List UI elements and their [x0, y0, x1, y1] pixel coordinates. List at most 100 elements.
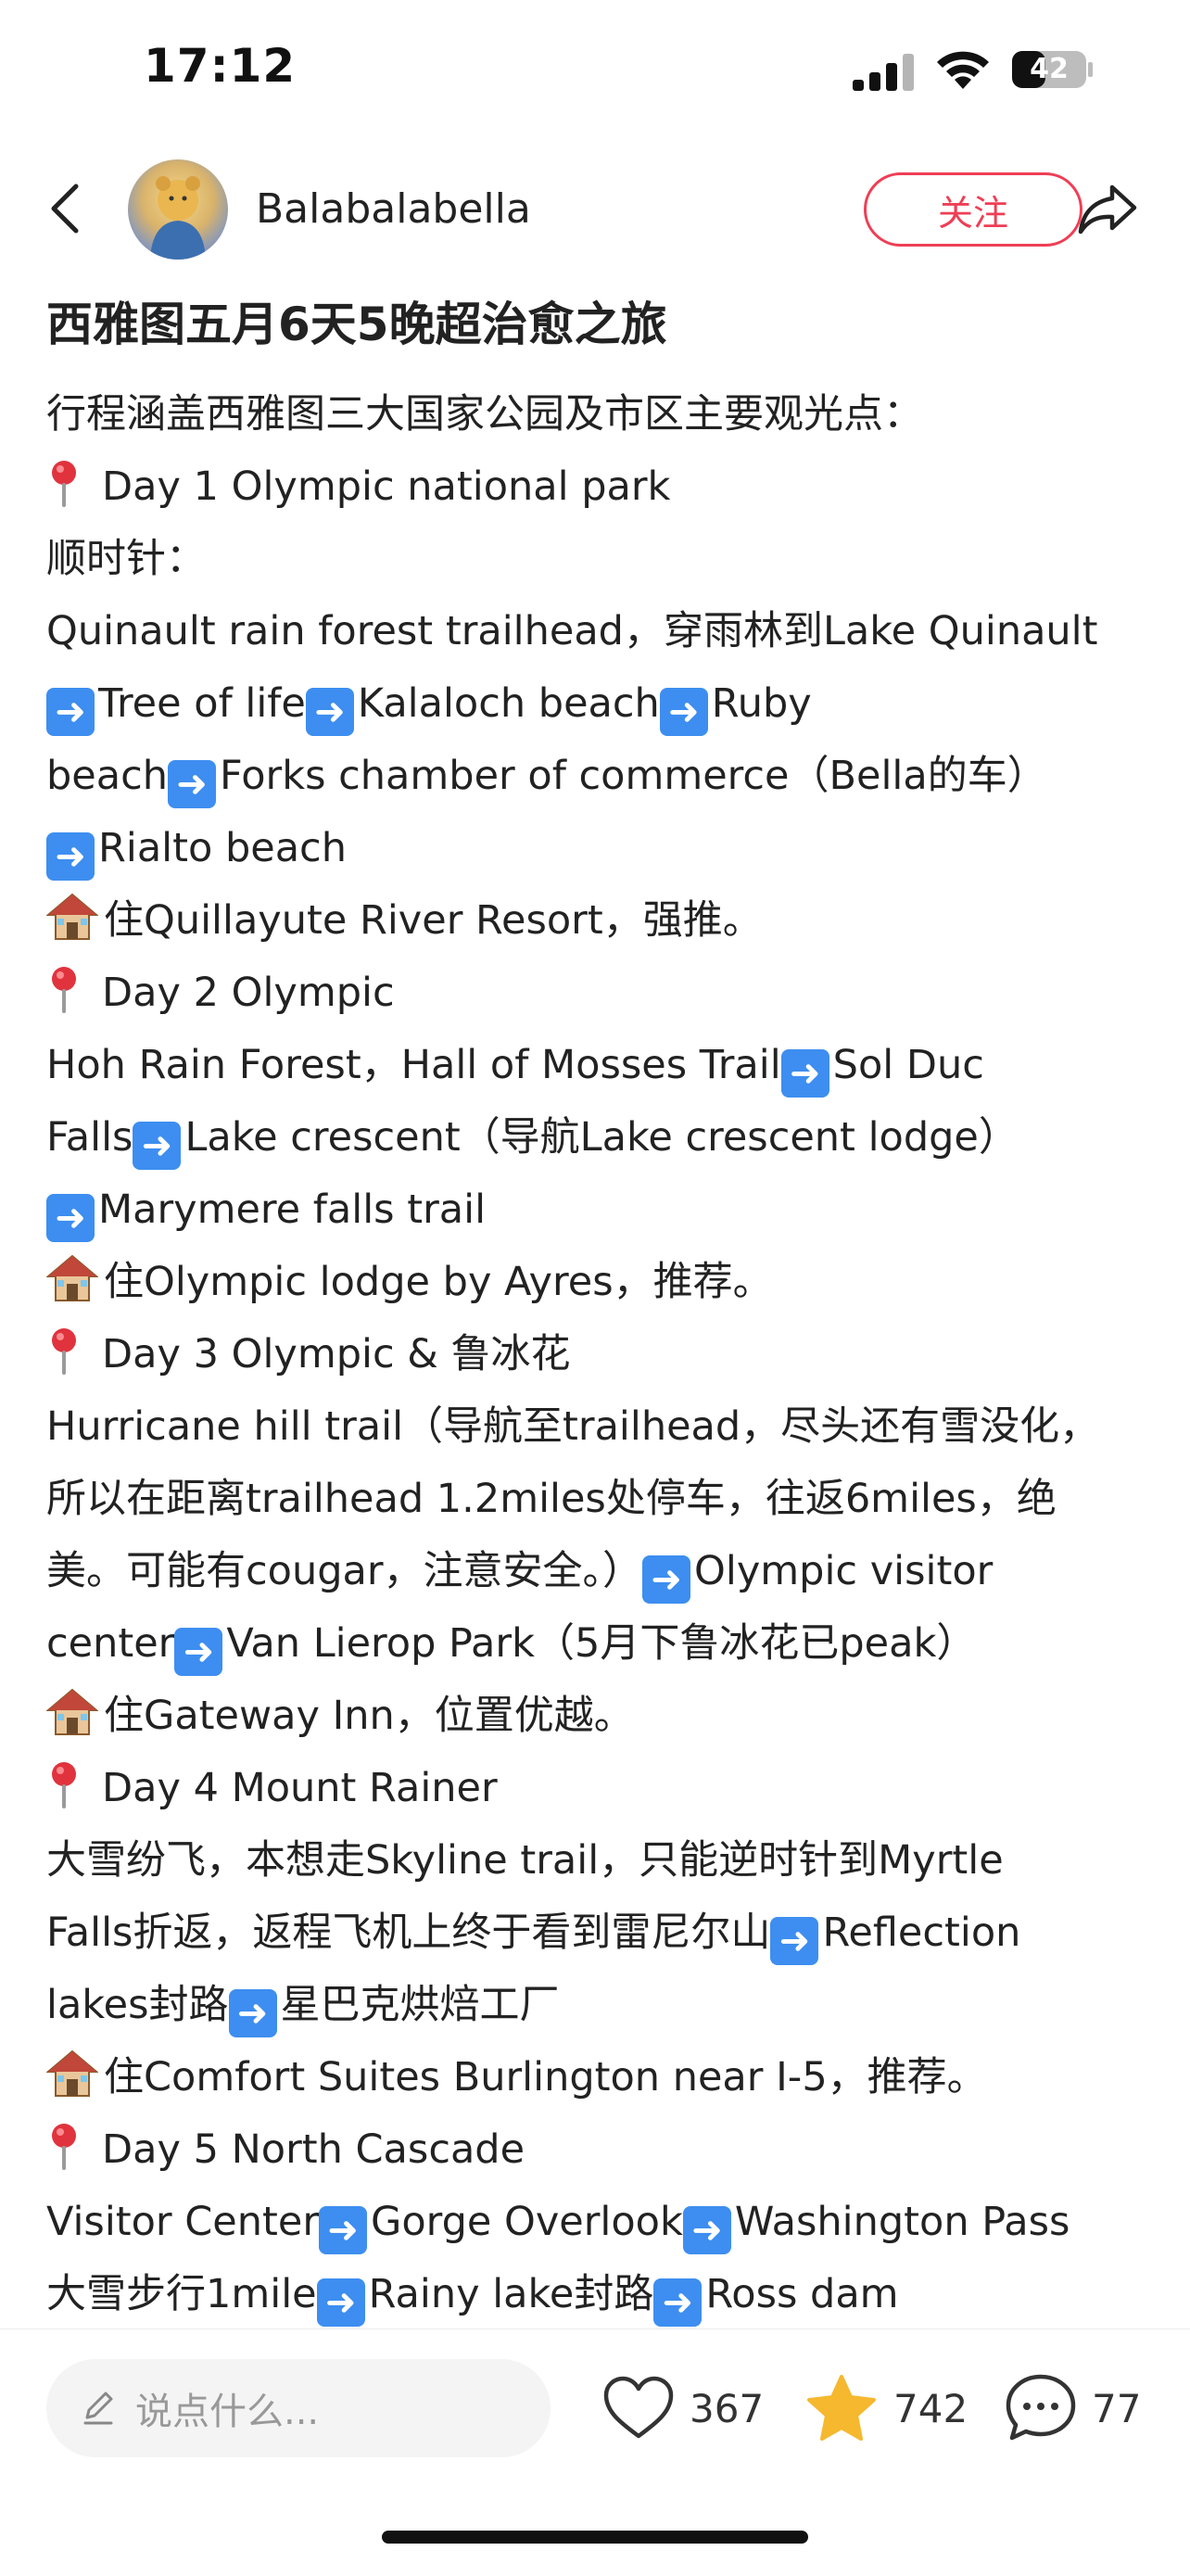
right-arrow-icon: ➜	[228, 1989, 277, 2037]
pencil-icon	[83, 2392, 113, 2425]
like-count: 367	[690, 2385, 765, 2431]
comments-button[interactable]: 77	[1005, 2367, 1141, 2450]
collect-count: 742	[893, 2385, 968, 2431]
post-line: Quinault rain forest trailhead，穿雨林到Lake …	[46, 595, 1158, 667]
post-text: Day 3 Olympic & 鲁冰花	[102, 1331, 571, 1377]
post-line: lakes封路 ➜ 星巴克烘焙工厂	[46, 1969, 1158, 2041]
post-text: center	[46, 1620, 175, 1667]
post-text: Day 5 North Cascade	[102, 2126, 525, 2173]
post-text: 大雪步行1mile	[46, 2271, 317, 2317]
post-text: 星巴克烘焙工厂	[280, 1982, 560, 2028]
post-line: 住Gateway Inn，位置优越。	[45, 1680, 1158, 1752]
post-text: 所以在距离trailhead 1.2miles处停车，往返6miles，绝	[46, 1476, 1057, 1522]
right-arrow-icon: ➜	[653, 2278, 703, 2327]
post-text: 住Comfort Suites Burlington near I-5，推荐。	[104, 2054, 987, 2100]
post-line: beach ➜ Forks chamber of commerce（Bella的车）	[46, 740, 1158, 812]
post-text: Tree of life	[98, 680, 306, 727]
right-arrow-icon: ➜	[682, 2206, 731, 2254]
right-arrow-icon: ➜	[133, 1122, 182, 1170]
post-line: Hurricane hill trail（导航至trailhead，尽头还有雪没…	[46, 1390, 1158, 1463]
house-icon	[45, 2049, 99, 2097]
post-text: Hoh Rain Forest，Hall of Mosses Trail	[46, 1042, 781, 1088]
right-arrow-icon: ➜	[168, 760, 216, 808]
post-text: lakes封路	[46, 1982, 229, 2028]
post-line: ➜ Tree of life ➜ Kalaloch beach ➜ Ruby	[46, 667, 1158, 740]
post-line: 大雪步行1mile ➜ Rainy lake封路 ➜ Ross dam	[46, 2258, 1158, 2330]
post-line: 顺时针：	[46, 523, 1158, 595]
post-header: Balabalabella 关注	[0, 148, 1190, 269]
post-text: 顺时针：	[46, 536, 206, 582]
right-arrow-icon: ➜	[174, 1628, 223, 1676]
post-text: Van Lierop Park（5月下鲁冰花已peak）	[226, 1620, 977, 1667]
wifi-icon	[937, 51, 989, 89]
post-text: Marymere falls trail	[98, 1186, 487, 1233]
author-username[interactable]: Balabalabella	[256, 185, 531, 233]
avatar[interactable]	[128, 159, 228, 260]
post-title: 西雅图五月6天5晚超治愈之旅	[46, 298, 667, 351]
post-text: 住Olympic lodge by Ayres，推荐。	[104, 1259, 773, 1305]
status-bar: 17:12 42	[0, 0, 1190, 139]
post-text: Kalaloch beach	[357, 680, 660, 727]
post-line: Day 5 North Cascade	[46, 2113, 1158, 2186]
right-arrow-icon: ➜	[642, 1555, 691, 1604]
post-text: Washington Pass	[734, 2199, 1070, 2245]
pin-icon	[46, 2113, 102, 2186]
house-icon	[45, 1253, 99, 1301]
post-line: 住Olympic lodge by Ayres，推荐。	[45, 1246, 1158, 1318]
house-icon	[45, 892, 99, 940]
post-line: ➜ Marymere falls trail	[46, 1174, 1158, 1246]
right-arrow-icon: ➜	[305, 688, 354, 736]
post-line: 所以在距离trailhead 1.2miles处停车，往返6miles，绝	[46, 1463, 1158, 1535]
post-text: 住Quillayute River Resort，强推。	[104, 897, 763, 944]
back-chevron-icon[interactable]	[46, 181, 83, 236]
heart-icon	[603, 2376, 674, 2439]
follow-button[interactable]: 关注	[864, 172, 1082, 247]
share-icon[interactable]	[1075, 182, 1140, 237]
post-text: Day 4 Mount Rainer	[102, 1765, 498, 1811]
pin-icon	[46, 1318, 102, 1390]
post-text: Sol Duc	[832, 1042, 984, 1088]
battery-icon: 42	[1010, 48, 1095, 91]
post-text: Reflection	[822, 1910, 1021, 1956]
post-text: 住Gateway Inn，位置优越。	[104, 1693, 634, 1739]
post-line: ➜ Rialto beach	[46, 812, 1158, 884]
post-text: Rainy lake封路	[368, 2271, 654, 2317]
post-text: Ross dam	[705, 2271, 899, 2317]
post-body: 行程涵盖西雅图三大国家公园及市区主要观光点： Day 1 Olympic nati…	[45, 378, 1158, 2330]
right-arrow-icon: ➜	[46, 832, 95, 881]
collect-button[interactable]: 742	[804, 2367, 968, 2450]
post-line: Visitor Center ➜ Gorge Overlook ➜ Washington…	[46, 2186, 1158, 2258]
post-line: 大雪纷飞，本想走Skyline trail，只能逆时针到Myrtle	[46, 1824, 1158, 1897]
comment-count: 77	[1092, 2385, 1142, 2431]
right-arrow-icon: ➜	[316, 2278, 365, 2327]
post-text: 行程涵盖西雅图三大国家公园及市区主要观光点：	[46, 391, 923, 438]
post-text: 美。可能有cougar，注意安全。）	[46, 1548, 643, 1594]
right-arrow-icon: ➜	[780, 1049, 829, 1098]
pin-icon	[46, 1752, 102, 1824]
post-text: Falls折返，返程飞机上终于看到雷尼尔山	[46, 1910, 771, 1956]
post-text: Lake crescent（导航Lake crescent lodge）	[184, 1114, 1019, 1161]
post-line: 住Comfort Suites Burlington near I-5，推荐。	[45, 2041, 1158, 2113]
pin-icon	[46, 957, 102, 1029]
home-indicator	[382, 2531, 808, 2544]
right-arrow-icon: ➜	[46, 1194, 95, 1242]
post-text: Day 2 Olympic	[102, 970, 395, 1016]
post-text: Hurricane hill trail（导航至trailhead，尽头还有雪没…	[46, 1403, 1100, 1450]
post-text: Forks chamber of commerce（Bella的车）	[220, 753, 1047, 799]
right-arrow-icon: ➜	[319, 2206, 368, 2254]
cellular-signal-icon	[853, 54, 914, 91]
like-button[interactable]: 367	[602, 2367, 764, 2450]
right-arrow-icon: ➜	[46, 688, 95, 736]
post-text: beach	[46, 753, 168, 799]
post-text: Olympic visitor	[694, 1548, 994, 1594]
comment-input[interactable]: 说点什么...	[46, 2359, 551, 2457]
post-line: 住Quillayute River Resort，强推。	[45, 884, 1158, 957]
post-line: Day 1 Olympic national park	[46, 450, 1158, 523]
post-line: 行程涵盖西雅图三大国家公园及市区主要观光点：	[46, 378, 1158, 450]
post-line: Falls折返，返程飞机上终于看到雷尼尔山 ➜ Reflection	[46, 1897, 1158, 1969]
post-text: Falls	[46, 1114, 133, 1161]
post-line: Day 4 Mount Rainer	[46, 1752, 1158, 1824]
post-text: Day 1 Olympic national park	[102, 463, 671, 510]
post-text: Visitor Center	[46, 2199, 320, 2245]
right-arrow-icon: ➜	[770, 1917, 819, 1965]
